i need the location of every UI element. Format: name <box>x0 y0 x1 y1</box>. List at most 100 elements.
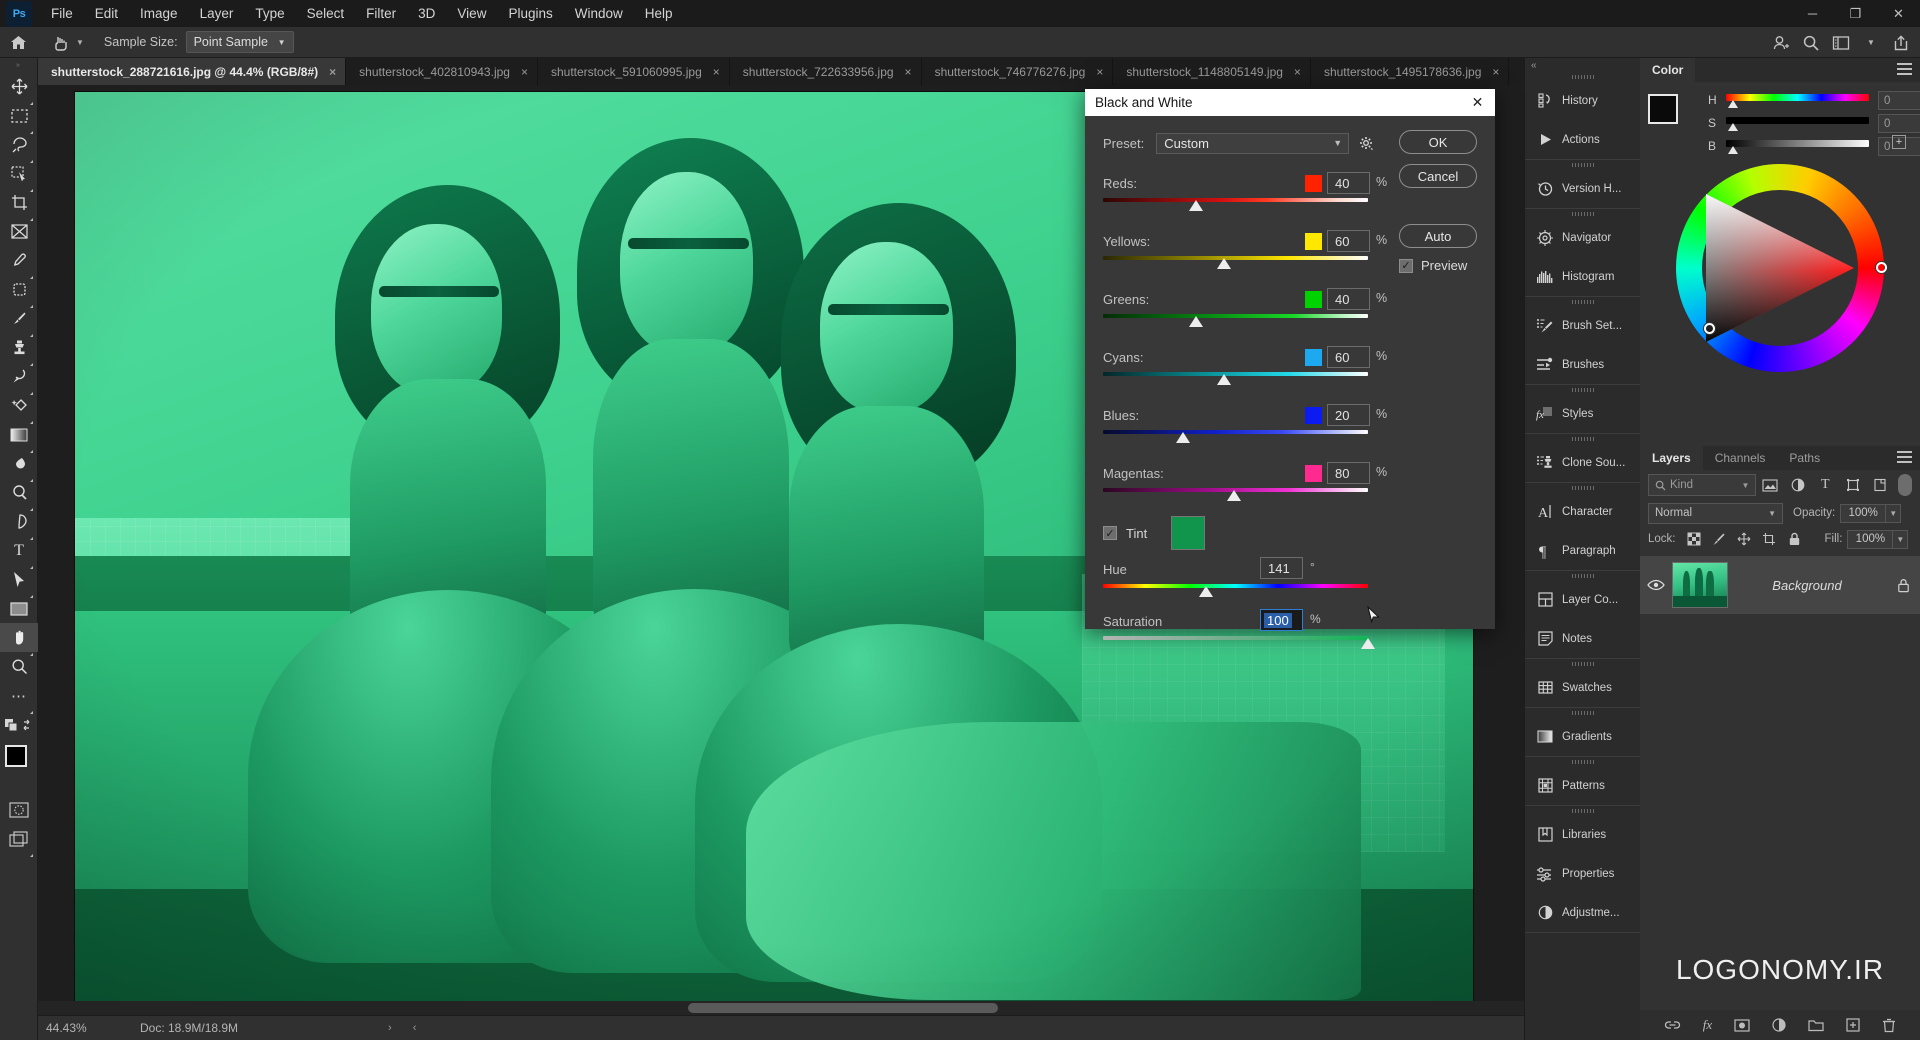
rectangle-tool[interactable] <box>0 594 38 627</box>
close-icon[interactable]: × <box>1294 65 1301 79</box>
default-colors-icon[interactable] <box>0 710 38 739</box>
layer-mask-icon[interactable] <box>1734 1018 1750 1032</box>
magentas-slider-track[interactable] <box>1103 488 1371 502</box>
close-icon[interactable]: × <box>1492 65 1499 79</box>
close-icon[interactable]: ✕ <box>1877 0 1920 27</box>
panel-item-patterns[interactable]: Patterns <box>1525 766 1640 805</box>
panel-group-grip[interactable] <box>1525 757 1640 766</box>
panel-item-brushes[interactable]: Brushes <box>1525 345 1640 384</box>
panel-item-adjustments[interactable]: Adjustme... <box>1525 893 1640 932</box>
dodge-tool[interactable] <box>0 478 38 511</box>
quick-mask-icon[interactable] <box>0 795 38 824</box>
blues-slider-track[interactable] <box>1103 430 1371 444</box>
crop-tool[interactable] <box>0 188 38 221</box>
eyedropper-tool[interactable] <box>0 246 38 279</box>
foreground-color-swatch[interactable] <box>1648 94 1678 124</box>
brightness-slider-knob[interactable] <box>1728 146 1738 154</box>
double-chevron-right-icon[interactable]: « <box>1525 58 1640 72</box>
menu-select[interactable]: Select <box>296 0 356 27</box>
lock-image-pixels-icon[interactable] <box>1707 528 1732 550</box>
layer-name[interactable]: Background <box>1728 578 1886 593</box>
color-wheel-hue-handle[interactable] <box>1876 262 1887 273</box>
magentas-slider-knob[interactable] <box>1227 490 1241 501</box>
black-and-white-dialog[interactable]: Black and White ✕ Preset: Custom ▼ Reds:… <box>1085 89 1495 649</box>
blues-slider-knob[interactable] <box>1176 432 1190 443</box>
panel-group-grip[interactable] <box>1525 160 1640 169</box>
home-icon[interactable] <box>0 27 36 57</box>
yellows-slider-knob[interactable] <box>1217 258 1231 269</box>
panel-item-notes[interactable]: Notes <box>1525 619 1640 658</box>
menu-image[interactable]: Image <box>129 0 189 27</box>
blend-mode-select[interactable]: Normal ▼ <box>1648 502 1783 524</box>
gear-icon[interactable] <box>1359 136 1374 151</box>
eye-icon[interactable] <box>1640 579 1672 591</box>
layer-thumbnail[interactable] <box>1672 562 1728 608</box>
hue-value-input[interactable]: 141 <box>1260 557 1303 579</box>
canvas-horizontal-scrollbar[interactable] <box>38 1001 1600 1015</box>
panel-group-grip[interactable] <box>1525 483 1640 492</box>
menu-plugins[interactable]: Plugins <box>497 0 563 27</box>
dialog-title-bar[interactable]: Black and White ✕ <box>1085 89 1495 116</box>
panel-item-brush-settings[interactable]: Brush Set... <box>1525 306 1640 345</box>
hand-tool[interactable] <box>0 623 38 656</box>
close-icon[interactable]: × <box>1096 65 1103 79</box>
menu-type[interactable]: Type <box>244 0 295 27</box>
cyans-slider-knob[interactable] <box>1217 374 1231 385</box>
hue-value-input[interactable]: 0 <box>1878 91 1920 110</box>
greens-slider-track[interactable] <box>1103 314 1371 328</box>
document-tab[interactable]: shutterstock_746776276.jpg × <box>921 58 1114 85</box>
delete-layer-icon[interactable] <box>1882 1018 1896 1033</box>
document-tab[interactable]: shutterstock_1148805149.jpg × <box>1113 58 1311 85</box>
panel-item-actions[interactable]: Actions <box>1525 120 1640 159</box>
menu-layer[interactable]: Layer <box>189 0 245 27</box>
lock-all-icon[interactable] <box>1782 528 1807 550</box>
document-tab[interactable]: shutterstock_288721616.jpg @ 44.4% (RGB/… <box>38 58 347 85</box>
new-adjustment-layer-icon[interactable] <box>1772 1018 1786 1032</box>
layer-fx-icon[interactable]: fx <box>1703 1017 1712 1033</box>
eraser-tool[interactable] <box>0 391 38 424</box>
status-arrows-icon[interactable]: › ‹ <box>388 1022 425 1034</box>
link-layers-icon[interactable] <box>1664 1019 1681 1031</box>
brush-tool[interactable] <box>0 304 38 337</box>
ok-button[interactable]: OK <box>1399 130 1477 154</box>
scrollbar-thumb[interactable] <box>688 1003 998 1013</box>
blues-value-input[interactable]: 20 <box>1327 404 1370 426</box>
lock-transparent-pixels-icon[interactable] <box>1682 528 1707 550</box>
panel-item-histogram[interactable]: Histogram <box>1525 257 1640 296</box>
color-swatches[interactable] <box>0 743 38 783</box>
menu-file[interactable]: File <box>40 0 84 27</box>
reds-slider-track[interactable] <box>1103 198 1371 212</box>
move-tool[interactable] <box>0 72 38 105</box>
cyans-slider-track[interactable] <box>1103 372 1371 386</box>
panel-group-grip[interactable] <box>1525 72 1640 81</box>
edit-toolbar-ellipsis[interactable]: ⋯ <box>0 681 38 714</box>
panel-item-navigator[interactable]: Navigator <box>1525 218 1640 257</box>
panel-menu-icon[interactable] <box>1897 63 1912 78</box>
gradient-tool[interactable] <box>0 420 38 453</box>
active-tool-preset[interactable]: ▼ <box>46 29 84 55</box>
magentas-value-input[interactable]: 80 <box>1327 462 1370 484</box>
menu-filter[interactable]: Filter <box>355 0 407 27</box>
document-size-info[interactable]: Doc: 18.9M/18.9M <box>140 1021 238 1035</box>
add-swatch-icon[interactable]: + <box>1892 135 1906 149</box>
zoom-level[interactable]: 44.43% <box>38 1021 118 1035</box>
panel-item-paragraph[interactable]: ¶ Paragraph <box>1525 531 1640 570</box>
document-tab[interactable]: shutterstock_1495178636.jpg × <box>1310 58 1510 85</box>
saturation-value-input[interactable]: 100 <box>1260 609 1303 631</box>
panel-item-styles[interactable]: fx Styles <box>1525 394 1640 433</box>
yellows-slider-track[interactable] <box>1103 256 1371 270</box>
panel-item-layer-comps[interactable]: Layer Co... <box>1525 580 1640 619</box>
user-add-icon[interactable] <box>1766 28 1796 58</box>
type-filter-icon[interactable]: T <box>1812 473 1840 497</box>
brightness-slider-track[interactable] <box>1726 140 1869 147</box>
panel-item-gradients[interactable]: Gradients <box>1525 717 1640 756</box>
close-icon[interactable]: × <box>713 65 720 79</box>
greens-value-input[interactable]: 40 <box>1327 288 1370 310</box>
fill-value[interactable]: 100% <box>1847 529 1894 549</box>
smart-object-filter-icon[interactable] <box>1867 473 1895 497</box>
tab-color[interactable]: Color <box>1640 58 1696 82</box>
saturation-value-input[interactable]: 0 <box>1878 114 1920 133</box>
toolbar-collapse-icon[interactable]: » <box>0 58 37 72</box>
tab-layers[interactable]: Layers <box>1640 446 1703 470</box>
tab-paths[interactable]: Paths <box>1777 446 1832 470</box>
